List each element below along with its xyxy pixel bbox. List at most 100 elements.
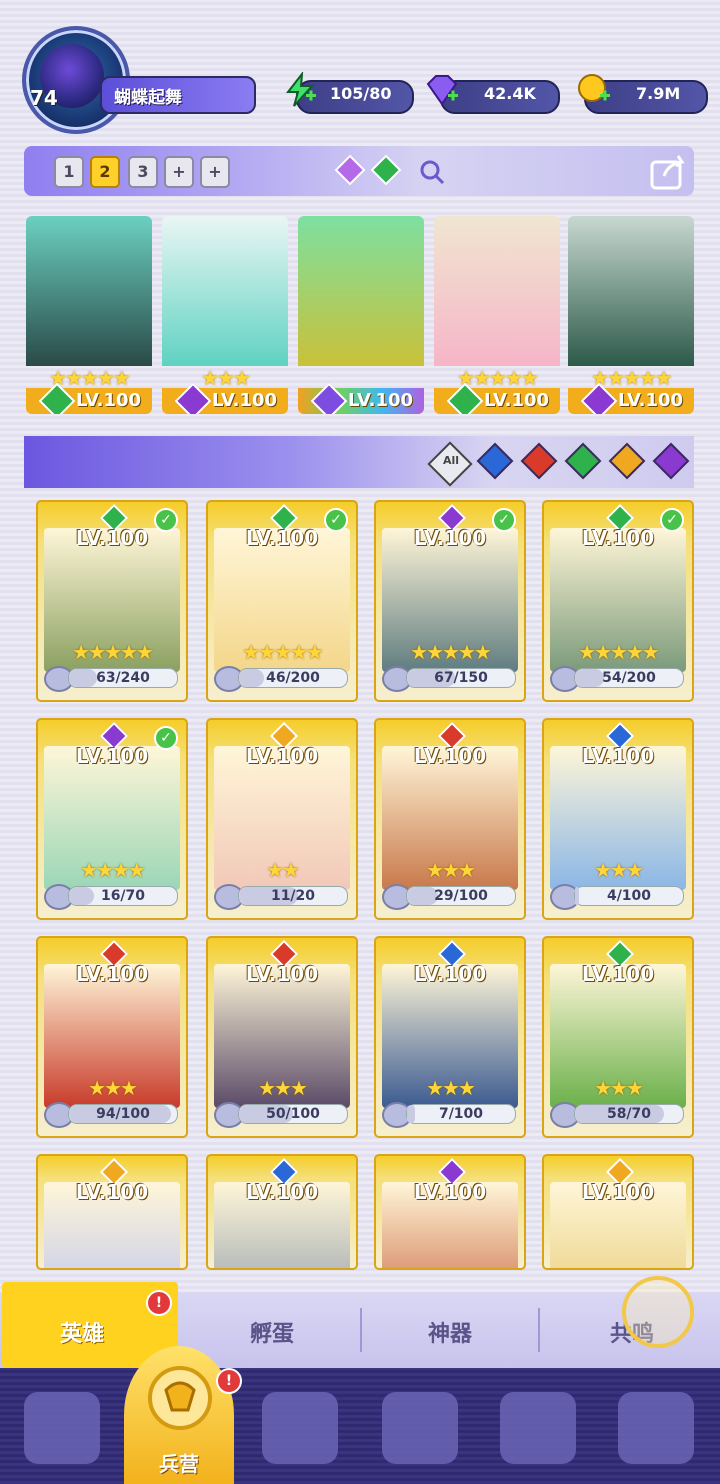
hero-level: LV.100 (581, 962, 655, 986)
shard-progress-text: 54/200 (602, 670, 656, 686)
shard-progress: 50/100 (238, 1104, 348, 1124)
team-slot-2[interactable]: ★★★ LV.100 (162, 216, 288, 414)
hero-card[interactable]: LV.100 (36, 1154, 188, 1270)
hero-card[interactable]: LV.100 ★★★ 58/70 (542, 936, 694, 1138)
nav-book-icon[interactable] (262, 1392, 338, 1464)
shard-progress-text: 94/100 (96, 1106, 150, 1122)
check-icon: ✓ (154, 508, 178, 532)
hero-card[interactable]: LV.100 ✓ ★★★★ 16/70 (36, 718, 188, 920)
team-tab-2[interactable]: 2 (90, 156, 120, 188)
shard-progress: 67/150 (406, 668, 516, 688)
shard-progress: 54/200 (574, 668, 684, 688)
team-slot-4[interactable]: ★★★★★ LV.100 (434, 216, 560, 414)
hero-portrait (162, 216, 288, 366)
gold-coin-icon (578, 74, 610, 102)
hero-stars: ★★★ (426, 1076, 476, 1100)
team-slot-3[interactable]: LV.100 (298, 216, 424, 414)
shard-progress: 58/70 (574, 1104, 684, 1124)
nav-scroll-icon[interactable] (618, 1392, 694, 1464)
hero-level: LV.100 (413, 1180, 487, 1204)
shard-progress-text: 29/100 (434, 888, 488, 904)
resonance-ring-icon (622, 1276, 694, 1348)
hero-card[interactable]: LV.100 (542, 1154, 694, 1270)
shard-progress-text: 4/100 (606, 888, 652, 904)
hero-stars: ★★ (266, 858, 300, 882)
gem-value: 42.4K (484, 84, 536, 103)
shard-progress-text: 50/100 (266, 1106, 320, 1122)
hero-card[interactable]: LV.100 ★★★ 94/100 (36, 936, 188, 1138)
hero-level: LV.100 (581, 744, 655, 768)
energy-value: 105/80 (330, 84, 392, 103)
hero-level: LV.100 (245, 744, 319, 768)
shard-progress-text: 58/70 (606, 1106, 652, 1122)
hero-level: LV.100 (413, 962, 487, 986)
hero-stars: ★★★★★ (242, 640, 324, 664)
notification-badge: ! (216, 1368, 242, 1394)
shard-progress-text: 16/70 (100, 888, 146, 904)
notification-badge: ! (146, 1290, 172, 1316)
nav-castle-icon[interactable] (382, 1392, 458, 1464)
hero-card[interactable]: LV.100 ★★★ 29/100 (374, 718, 526, 920)
hero-level: LV.100 (75, 1180, 149, 1204)
hero-card[interactable]: LV.100 ★★★ 4/100 (542, 718, 694, 920)
energy-icon (285, 72, 316, 107)
team-element-gems-icon (334, 154, 402, 186)
hero-portrait (298, 216, 424, 366)
nav-guild-icon[interactable] (500, 1392, 576, 1464)
hero-portrait (26, 216, 152, 366)
shard-progress: 4/100 (574, 886, 684, 906)
hero-stars: ★★★★★ (49, 366, 131, 390)
tab-hatch[interactable]: 孵蛋 (250, 1316, 294, 1348)
tab-artifact[interactable]: 神器 (428, 1316, 472, 1348)
hero-stars: ★★★★★ (578, 640, 660, 664)
team-tab-add[interactable]: + (164, 156, 194, 188)
share-icon[interactable] (648, 152, 688, 192)
hero-card[interactable]: LV.100 ★★★ 50/100 (206, 936, 358, 1138)
shard-progress: 29/100 (406, 886, 516, 906)
hero-card[interactable]: LV.100 ✓ ★★★★★ 54/200 (542, 500, 694, 702)
tab-heroes-label: 英雄 (60, 1322, 105, 1347)
shard-progress: 94/100 (68, 1104, 178, 1124)
hero-card[interactable]: LV.100 ✓ ★★★★★ 63/240 (36, 500, 188, 702)
hero-card[interactable]: LV.100 ✓ ★★★★★ 67/150 (374, 500, 526, 702)
team-slot-5[interactable]: ★★★★★ LV.100 (568, 216, 694, 414)
nav-barracks-label: 兵营 (159, 1452, 199, 1476)
hero-card[interactable]: LV.100 ✓ ★★★★★ 46/200 (206, 500, 358, 702)
team-tab-add[interactable]: + (200, 156, 230, 188)
shard-progress-text: 11/20 (270, 888, 316, 904)
hero-stars: ★★★ (258, 1076, 308, 1100)
hero-card[interactable]: LV.100 (374, 1154, 526, 1270)
player-name: 蝴蝶起舞 (114, 88, 182, 108)
check-icon: ✓ (324, 508, 348, 532)
hero-level: LV.100 (245, 962, 319, 986)
shard-progress: 11/20 (238, 886, 348, 906)
nav-cards-icon[interactable] (24, 1392, 100, 1464)
hero-stars: ★★★★★ (457, 366, 539, 390)
shard-progress-text: 63/240 (96, 670, 150, 686)
hero-level: LV.100 (212, 390, 278, 411)
hero-card[interactable]: LV.100 ★★ 11/20 (206, 718, 358, 920)
hero-level: LV.100 (245, 1180, 319, 1204)
hero-card[interactable]: LV.100 (206, 1154, 358, 1270)
filter-all-label: All (442, 454, 460, 467)
team-tab-3[interactable]: 3 (128, 156, 158, 188)
check-icon: ✓ (492, 508, 516, 532)
hero-card[interactable]: LV.100 ★★★ 7/100 (374, 936, 526, 1138)
hero-stars: ★★★ (426, 858, 476, 882)
bottom-nav (0, 1368, 720, 1484)
shard-progress-text: 67/150 (434, 670, 488, 686)
hero-level: LV.100 (75, 962, 149, 986)
shard-progress: 46/200 (238, 668, 348, 688)
hero-stars: ★★★★ (80, 858, 146, 882)
tab-divider (538, 1308, 540, 1352)
hero-level: LV.100 (76, 390, 142, 411)
search-icon[interactable] (418, 158, 446, 186)
hero-stars: ★★★★★ (591, 366, 673, 390)
check-icon: ✓ (660, 508, 684, 532)
shard-progress-text: 46/200 (266, 670, 320, 686)
hero-level: LV.100 (348, 390, 414, 411)
team-tab-1[interactable]: 1 (54, 156, 84, 188)
hero-level: LV.100 (413, 744, 487, 768)
team-slot-1[interactable]: ★★★★★ LV.100 (26, 216, 152, 414)
hero-portrait (434, 216, 560, 366)
